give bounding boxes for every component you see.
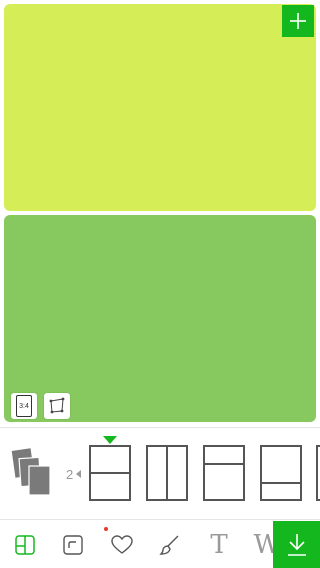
add-photo-button[interactable] bbox=[282, 5, 314, 37]
selected-layout-marker bbox=[103, 436, 117, 444]
free-transform-icon bbox=[49, 397, 65, 414]
layout-option-top-bottom[interactable] bbox=[89, 445, 131, 501]
tool-text[interactable]: T bbox=[199, 521, 239, 568]
photo-cell-bottom[interactable] bbox=[4, 215, 316, 422]
layout-grid-icon bbox=[15, 534, 35, 555]
count-arrow-icon bbox=[76, 470, 81, 478]
notification-badge bbox=[104, 527, 108, 531]
tool-border[interactable] bbox=[53, 521, 93, 568]
layout-option-more[interactable] bbox=[316, 445, 320, 501]
aspect-ratio-label: 3:4 bbox=[16, 395, 32, 417]
tool-stickers[interactable] bbox=[102, 521, 142, 568]
photo-cell-top[interactable] bbox=[4, 4, 316, 211]
layout-option-left-right[interactable] bbox=[146, 445, 188, 501]
border-corner-icon bbox=[63, 534, 83, 555]
free-transform-button[interactable] bbox=[44, 393, 70, 419]
tool-layout[interactable] bbox=[5, 521, 45, 568]
brush-icon bbox=[159, 535, 179, 555]
photo-stack-icon[interactable] bbox=[10, 446, 54, 498]
heart-icon bbox=[111, 534, 133, 554]
tool-brush[interactable] bbox=[150, 521, 190, 568]
text-icon: T bbox=[210, 529, 228, 560]
divider bbox=[0, 427, 320, 428]
plus-icon bbox=[290, 13, 306, 29]
bottom-toolbar: T W bbox=[0, 521, 320, 568]
layout-option-small-bottom[interactable] bbox=[260, 445, 302, 501]
divider bbox=[0, 519, 320, 520]
download-icon bbox=[287, 533, 306, 556]
download-button[interactable] bbox=[273, 521, 320, 568]
photo-count-label: 2 bbox=[66, 467, 74, 482]
layout-option-small-top[interactable] bbox=[203, 445, 245, 501]
aspect-ratio-button[interactable]: 3:4 bbox=[11, 393, 37, 419]
